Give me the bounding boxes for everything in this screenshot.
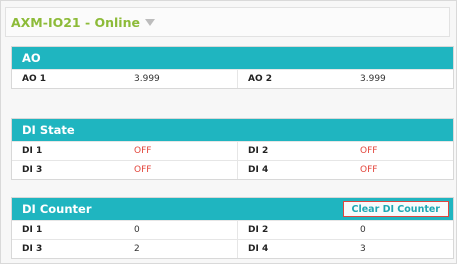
row-label: DI 1 — [22, 146, 43, 156]
column-divider — [237, 221, 238, 239]
clear-di-counter-button[interactable]: Clear DI Counter — [342, 201, 449, 217]
row-value: 3.999 — [360, 74, 386, 84]
column-divider — [237, 240, 238, 258]
table-row: AO 1 3.999 AO 2 3.999 — [12, 69, 453, 88]
status-value: OFF — [360, 146, 378, 156]
counter-value: 0 — [134, 225, 140, 235]
counter-value: 3 — [360, 244, 366, 254]
di-counter-panel-title: DI Counter — [22, 202, 92, 216]
row-label: DI 4 — [248, 244, 269, 254]
di-counter-panel-header: DI Counter Clear DI Counter — [12, 198, 453, 220]
ao-panel: AO AO 1 3.999 AO 2 3.999 — [11, 46, 454, 89]
row-label: AO 1 — [22, 74, 47, 84]
status-value: OFF — [134, 146, 152, 156]
table-row: DI 1 OFF DI 2 OFF — [12, 141, 453, 160]
ao-panel-title: AO — [22, 51, 41, 65]
row-label: DI 4 — [248, 165, 269, 175]
row-label: DI 3 — [22, 165, 43, 175]
table-row: DI 1 0 DI 2 0 — [12, 220, 453, 239]
dropdown-arrow-icon[interactable] — [144, 18, 155, 26]
table-row: DI 3 2 DI 4 3 — [12, 239, 453, 258]
row-label: DI 2 — [248, 225, 269, 235]
row-label: DI 3 — [22, 244, 43, 254]
status-value: OFF — [134, 165, 152, 175]
row-label: DI 1 — [22, 225, 43, 235]
device-frame: AXM-IO21 - Online AO AO 1 3.999 AO 2 3.9… — [0, 0, 457, 264]
device-header[interactable]: AXM-IO21 - Online — [5, 7, 450, 37]
row-value: 3.999 — [134, 74, 160, 84]
status-value: OFF — [360, 165, 378, 175]
counter-value: 2 — [134, 244, 140, 254]
di-state-panel-title: DI State — [22, 123, 75, 137]
di-counter-panel: DI Counter Clear DI Counter DI 1 0 DI 2 … — [11, 197, 454, 259]
row-label: DI 2 — [248, 146, 269, 156]
ao-panel-header: AO — [12, 47, 453, 69]
column-divider — [237, 142, 238, 160]
di-state-panel: DI State DI 1 OFF DI 2 OFF DI 3 OFF DI 4… — [11, 118, 454, 180]
counter-value: 0 — [360, 225, 366, 235]
row-label: AO 2 — [248, 74, 273, 84]
di-state-panel-header: DI State — [12, 119, 453, 141]
column-divider — [237, 70, 238, 88]
device-title: AXM-IO21 - Online — [11, 14, 140, 30]
column-divider — [237, 161, 238, 179]
table-row: DI 3 OFF DI 4 OFF — [12, 160, 453, 179]
